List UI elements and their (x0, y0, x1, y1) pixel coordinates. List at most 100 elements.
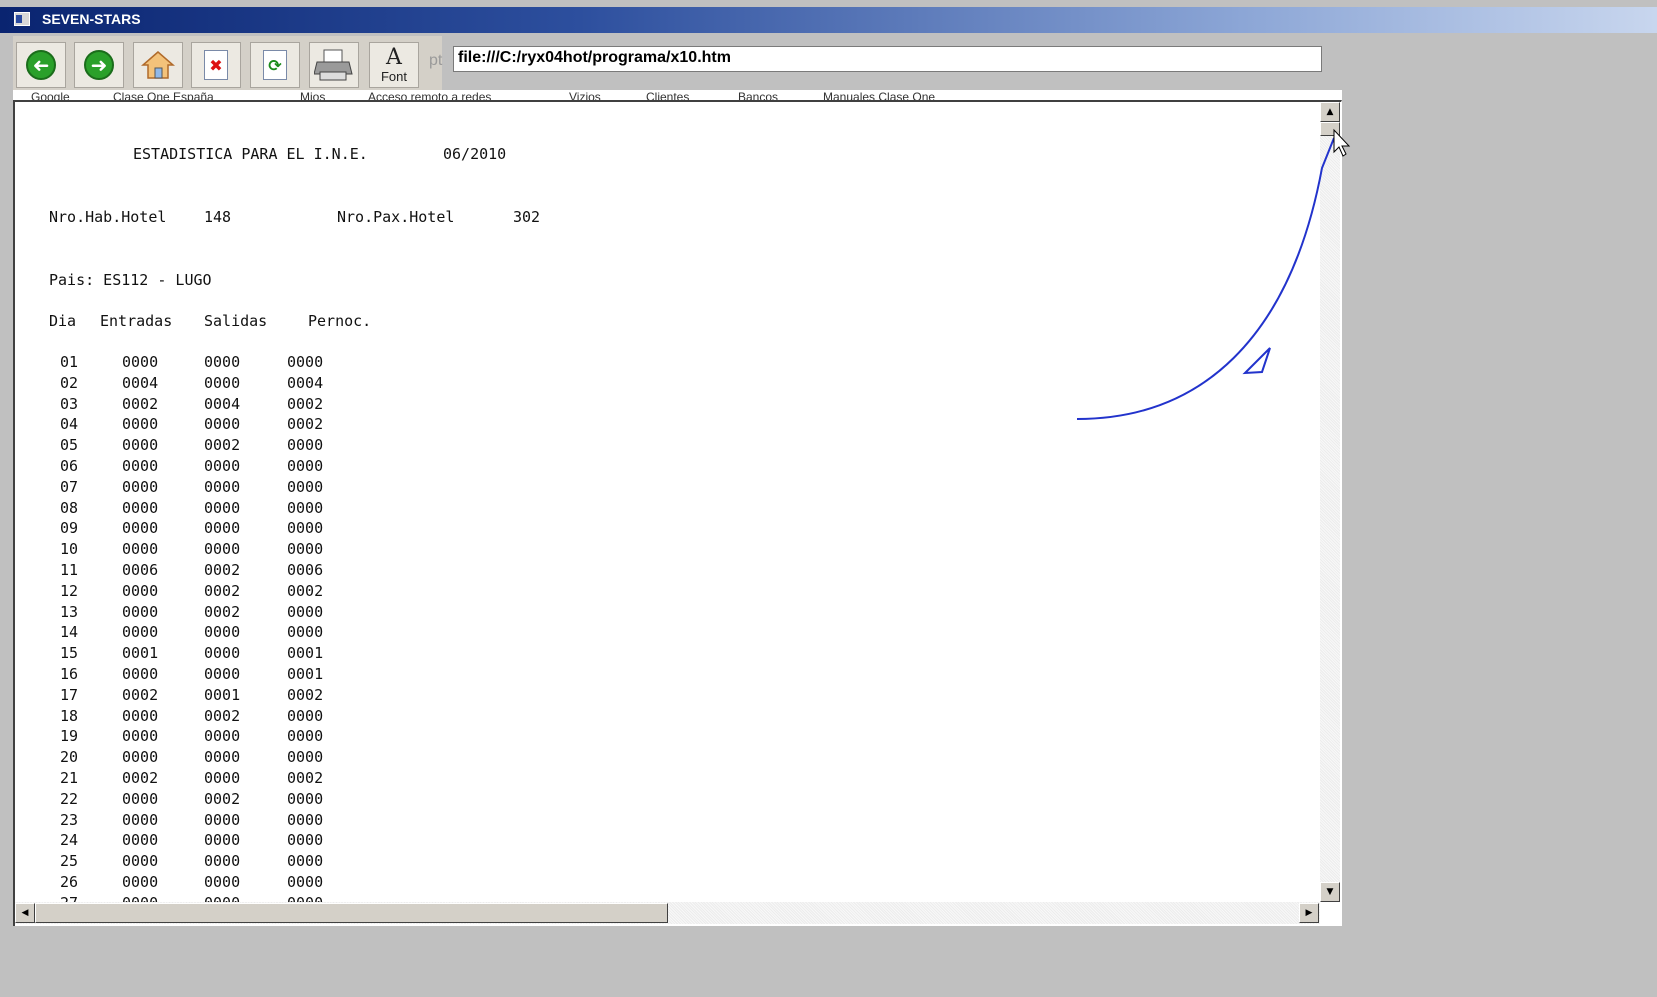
table-cell: 01 (60, 353, 79, 371)
table-cell: 0000 (204, 769, 241, 787)
table-cell: 0000 (287, 540, 324, 559)
table-cell: 0000 (122, 415, 159, 434)
favorites-bar: Google Clase One España Mios Acceso remo… (13, 90, 1342, 100)
scroll-left-button[interactable]: ◀ (15, 903, 35, 923)
column-header-day: Dia (49, 312, 77, 330)
table-cell: 0000 (122, 498, 159, 517)
table-cell: 0000 (122, 873, 159, 891)
table-cell: 0000 (204, 540, 241, 559)
table-cell: 21 (60, 769, 79, 787)
table-cell: 0000 (287, 477, 324, 496)
table-cell: 0000 (287, 519, 324, 538)
address-bar[interactable]: file:///C:/ryx04hot/programa/x10.htm (453, 46, 1322, 72)
favorite-item[interactable]: Bancos (738, 90, 778, 100)
table-cell: 0000 (287, 831, 324, 850)
app-icon (14, 12, 30, 26)
table-cell: 22 (60, 789, 79, 808)
printer-icon (314, 49, 353, 81)
table-cell: 0000 (204, 665, 241, 683)
print-button[interactable] (309, 42, 359, 88)
table-cell: 17 (60, 685, 79, 704)
table-cell: 0006 (287, 561, 324, 579)
font-icon: A (386, 44, 402, 70)
table-cell: 0000 (122, 477, 159, 496)
stop-button[interactable]: ✖ (191, 42, 241, 88)
scroll-up-button[interactable]: ▲ (1320, 102, 1340, 122)
table-cell: 16 (60, 665, 79, 683)
table-cell: 0002 (287, 415, 324, 434)
table-cell: 20 (60, 748, 79, 767)
document-viewer: ESTADISTICA PARA EL I.N.E. 06/2010 Nro.H… (13, 100, 1342, 926)
font-button[interactable]: A Font (369, 42, 419, 88)
table-cell: 0002 (122, 394, 159, 413)
favorite-item[interactable]: Clientes (646, 90, 689, 100)
table-cell: 0001 (204, 685, 241, 704)
report-title: ESTADISTICA PARA EL I.N.E. (133, 145, 368, 163)
stop-icon: ✖ (204, 50, 228, 80)
table-cell: 27 (60, 893, 78, 902)
table-cell: 07 (60, 477, 79, 496)
table-cell: 0000 (204, 810, 241, 829)
refresh-button[interactable]: ⟳ (250, 42, 300, 88)
home-button[interactable] (133, 42, 183, 88)
table-cell: 0000 (204, 727, 241, 746)
table-cell: 0000 (287, 623, 324, 642)
table-cell: 23 (60, 810, 79, 829)
table-cell: 0000 (287, 498, 324, 517)
toolbar-faded-label: pt (429, 52, 443, 69)
rooms-label: Nro.Hab.Hotel (49, 208, 167, 226)
favorite-item[interactable]: Mios (300, 90, 325, 100)
horizontal-scrollbar[interactable]: ◀ ▶ (15, 902, 1320, 924)
table-cell: 15 (60, 644, 79, 663)
table-cell: 0000 (287, 748, 324, 767)
font-button-label: Font (380, 68, 407, 84)
arrow-up-icon: ▲ (1326, 107, 1334, 117)
favorite-item[interactable]: Vizios (569, 90, 601, 100)
horizontal-scroll-thumb[interactable] (35, 903, 668, 923)
favorite-item[interactable]: Clase One España (113, 90, 214, 100)
table-cell: 12 (60, 581, 79, 600)
table-cell: 0004 (122, 373, 159, 392)
favorite-item[interactable]: Acceso remoto a redes (368, 90, 491, 100)
forward-button[interactable]: ➜ (74, 42, 124, 88)
table-cell: 0000 (204, 748, 241, 767)
favorite-item[interactable]: Google (31, 90, 70, 100)
table-cell: 0002 (204, 602, 241, 621)
table-cell: 13 (60, 602, 79, 621)
arrow-down-icon: ▼ (1326, 887, 1334, 897)
guests-label: Nro.Pax.Hotel (337, 208, 455, 226)
scroll-down-button[interactable]: ▼ (1320, 882, 1340, 902)
table-cell: 05 (60, 436, 79, 455)
report-content: ESTADISTICA PARA EL I.N.E. 06/2010 Nro.H… (15, 102, 1320, 902)
table-cell: 0000 (287, 436, 324, 455)
table-cell: 0000 (204, 477, 241, 496)
table-cell: 0000 (287, 852, 324, 871)
table-cell: 0000 (122, 810, 159, 829)
vertical-scroll-thumb[interactable] (1320, 122, 1340, 136)
table-cell: 0000 (204, 353, 241, 371)
table-cell: 14 (60, 623, 79, 642)
back-button[interactable]: ➜ (16, 42, 66, 88)
table-cell: 0000 (122, 581, 159, 600)
vertical-scrollbar[interactable]: ▲ ▼ (1320, 102, 1340, 902)
favorite-item[interactable]: Manuales Clase One (823, 90, 935, 100)
table-cell: 0002 (204, 581, 241, 600)
table-cell: 0000 (122, 623, 159, 642)
table-cell: 0001 (287, 665, 324, 683)
table-cell: 0000 (287, 789, 324, 808)
arrow-left-icon: ◀ (21, 908, 29, 918)
scroll-right-button[interactable]: ▶ (1299, 903, 1319, 923)
table-cell: 03 (60, 394, 79, 413)
table-cell: 0000 (287, 727, 324, 746)
table-cell: 0000 (122, 789, 159, 808)
table-cell: 25 (60, 852, 79, 871)
table-cell: 08 (60, 498, 79, 517)
column-header-exits: Salidas (204, 312, 268, 330)
window-title: SEVEN-STARS (42, 11, 141, 27)
table-cell: 0000 (122, 852, 159, 871)
table-cell: 11 (60, 561, 79, 579)
toolbar: ➜ ➜ ✖ ⟳ A Font (13, 36, 442, 95)
table-cell: 0004 (204, 394, 241, 413)
column-header-overnights: Pernoc. (308, 312, 372, 330)
table-cell: 0000 (122, 665, 159, 683)
